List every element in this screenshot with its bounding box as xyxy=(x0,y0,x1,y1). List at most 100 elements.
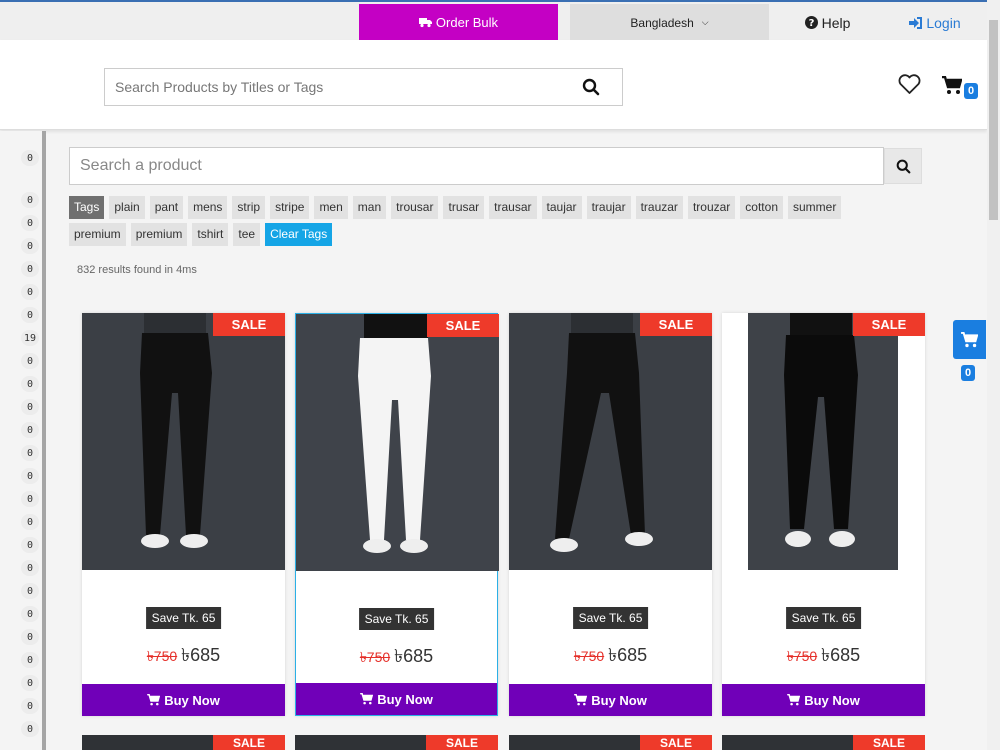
product-image[interactable]: SALE xyxy=(296,314,499,571)
product-card[interactable]: SALE Save Tk. 65 ৳750 ৳685 Buy Now xyxy=(82,313,285,716)
search-icon[interactable] xyxy=(582,78,600,96)
help-link[interactable]: ? Help xyxy=(790,4,865,41)
buy-now-label: Buy Now xyxy=(591,692,647,708)
tag-list: Tags plain pant mens strip stripe men ma… xyxy=(69,196,889,246)
sale-badge: SALE xyxy=(640,313,712,336)
tag-chip[interactable]: trusar xyxy=(443,196,485,219)
cart-icon xyxy=(147,694,161,706)
tag-chip[interactable]: trauzar xyxy=(635,196,683,219)
filter-count: 0 xyxy=(21,353,39,369)
clear-tags-button[interactable]: Clear Tags xyxy=(265,223,333,246)
product-card[interactable]: SALE Save Tk. 65 ৳750 ৳685 Buy Now xyxy=(295,313,499,716)
floating-cart-count: 0 xyxy=(961,365,976,381)
country-label: Bangladesh xyxy=(630,15,694,30)
tag-chip[interactable]: traujar xyxy=(586,196,631,219)
product-search-button[interactable] xyxy=(884,148,922,184)
floating-cart-button[interactable] xyxy=(953,320,986,359)
filter-count: 0 xyxy=(21,215,39,231)
login-label: Login xyxy=(926,14,961,31)
product-image[interactable]: SALE xyxy=(82,313,285,570)
filter-count: 0 xyxy=(21,422,39,438)
site-header xyxy=(0,40,987,130)
save-amount: Save Tk. 65 xyxy=(358,608,435,630)
filter-count: 0 xyxy=(21,261,39,277)
current-price: ৳685 xyxy=(394,646,434,666)
product-card[interactable]: SALE Save Tk. 65 ৳750 ৳685 Buy Now xyxy=(509,313,712,716)
cart-icon xyxy=(574,694,588,706)
order-bulk-button[interactable]: Order Bulk xyxy=(359,4,558,41)
truck-icon xyxy=(418,18,432,28)
header-search-input[interactable] xyxy=(105,69,565,105)
cart-icon xyxy=(787,694,801,706)
save-amount: Save Tk. 65 xyxy=(785,607,862,629)
tag-chip[interactable]: strip xyxy=(232,196,266,219)
results-count: 832 results found in 4ms xyxy=(77,264,197,276)
product-card-peek[interactable]: SALE xyxy=(82,735,285,750)
filter-count: 0 xyxy=(21,284,39,300)
white-jeans-image xyxy=(296,314,499,571)
sale-badge: SALE xyxy=(213,313,285,336)
tag-chip[interactable]: premium xyxy=(130,223,188,246)
price: ৳750 ৳685 xyxy=(296,642,497,673)
product-image[interactable]: SALE xyxy=(509,313,712,570)
header-search xyxy=(104,68,623,106)
tag-chip[interactable]: pant xyxy=(149,196,184,219)
product-image[interactable]: SALE xyxy=(722,313,925,570)
tag-chip[interactable]: trouzar xyxy=(687,196,736,219)
filter-count-column: 0 0 0 0 0 0 0 19 0 0 0 0 0 0 0 0 0 0 0 0… xyxy=(0,131,46,750)
tag-chip[interactable]: premium xyxy=(69,223,126,246)
product-card-peek[interactable]: SALE xyxy=(722,735,925,750)
tag-chip[interactable]: tee xyxy=(233,223,261,246)
current-price: ৳685 xyxy=(608,645,648,665)
tag-chip[interactable]: mens xyxy=(188,196,228,219)
price: ৳750 ৳685 xyxy=(509,641,712,672)
svg-text:?: ? xyxy=(808,18,814,29)
buy-now-button[interactable]: Buy Now xyxy=(296,683,497,715)
current-price: ৳685 xyxy=(181,645,221,665)
page: Order Bulk Bangladesh ⌵ ? Help Login 0 0… xyxy=(0,0,1000,750)
wishlist-heart-icon[interactable] xyxy=(898,74,921,95)
old-price: ৳750 xyxy=(573,648,605,664)
product-card[interactable]: SALE Save Tk. 65 ৳750 ৳685 Buy Now xyxy=(722,313,925,716)
tag-chip[interactable]: tshirt xyxy=(192,223,229,246)
cart-icon xyxy=(360,693,374,705)
buy-now-label: Buy Now xyxy=(164,692,220,708)
filter-count: 0 xyxy=(21,698,39,714)
tag-chip[interactable]: men xyxy=(314,196,348,219)
filter-count: 0 xyxy=(21,560,39,576)
question-circle-icon: ? xyxy=(804,16,818,29)
chevron-down-icon: ⌵ xyxy=(701,17,709,27)
product-search-input[interactable] xyxy=(70,148,883,184)
buy-now-button[interactable]: Buy Now xyxy=(82,684,285,716)
filter-count: 0 xyxy=(21,307,39,323)
tag-chip[interactable]: trausar xyxy=(489,196,537,219)
filter-count: 0 xyxy=(21,192,39,208)
country-select[interactable]: Bangladesh ⌵ xyxy=(570,4,769,41)
tag-chip[interactable]: summer xyxy=(788,196,842,219)
login-link[interactable]: Login xyxy=(900,4,970,41)
page-scrollbar-thumb[interactable] xyxy=(989,20,998,220)
sign-in-icon xyxy=(909,16,923,29)
tag-chip[interactable]: trousar xyxy=(391,196,439,219)
product-card-peek[interactable]: SALE xyxy=(295,735,498,750)
cart-icon[interactable] xyxy=(942,76,962,95)
filter-count: 0 xyxy=(21,583,39,599)
sale-badge: SALE xyxy=(213,735,285,750)
help-label: Help xyxy=(821,14,851,31)
buy-now-button[interactable]: Buy Now xyxy=(722,684,925,716)
product-card-peek[interactable]: SALE xyxy=(509,735,712,750)
tag-chip[interactable]: taujar xyxy=(541,196,582,219)
sale-badge: SALE xyxy=(853,313,925,336)
tag-chip[interactable]: man xyxy=(352,196,387,219)
product-search xyxy=(69,147,884,185)
buy-now-label: Buy Now xyxy=(377,691,433,707)
buy-now-label: Buy Now xyxy=(804,692,860,708)
filter-count: 0 xyxy=(21,629,39,645)
filter-count: 0 xyxy=(21,399,39,415)
tag-chip[interactable]: cotton xyxy=(740,196,783,219)
current-price: ৳685 xyxy=(821,645,861,665)
sale-badge: SALE xyxy=(426,735,498,750)
tag-chip[interactable]: plain xyxy=(109,196,145,219)
buy-now-button[interactable]: Buy Now xyxy=(509,684,712,716)
tag-chip[interactable]: stripe xyxy=(270,196,310,219)
